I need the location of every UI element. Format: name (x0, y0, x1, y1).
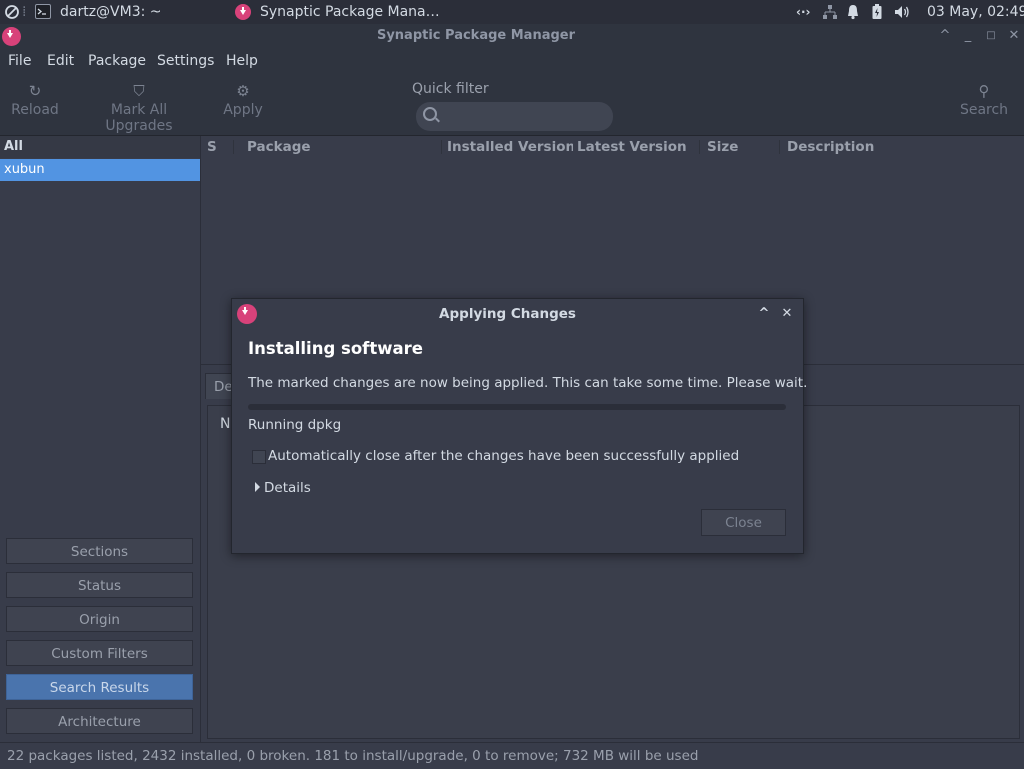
details-expander[interactable]: Details (264, 480, 311, 496)
search-button[interactable]: ⚲ Search (956, 80, 1012, 118)
sections-button[interactable]: Sections (6, 538, 193, 564)
expander-arrow-icon[interactable] (255, 482, 260, 492)
gears-icon: ⚙ (236, 82, 250, 100)
column-package[interactable]: Package (247, 139, 311, 155)
dialog-shade-icon[interactable]: ^ (754, 302, 774, 326)
column-status[interactable]: S (207, 139, 217, 155)
window-titlebar: Synaptic Package Manager ^ _ □ ✕ (0, 24, 1024, 48)
column-separator (779, 140, 780, 154)
package-list-header: S Package Installed Version Latest Versi… (201, 136, 1024, 158)
clock[interactable]: 03 May, 02:49 (927, 0, 1024, 24)
mark-all-upgrades-button[interactable]: ⛉ Mark All Upgrades (76, 80, 202, 134)
reload-icon: ↻ (28, 82, 42, 100)
synaptic-task-icon (235, 4, 251, 20)
column-separator (233, 140, 234, 154)
apply-button[interactable]: ⚙ Apply (220, 80, 266, 118)
quick-filter-input[interactable] (416, 102, 613, 131)
dialog-title: Applying Changes (439, 306, 576, 322)
menu-edit[interactable]: Edit (47, 53, 74, 69)
terminal-icon (35, 0, 51, 24)
menu-help[interactable]: Help (226, 53, 258, 69)
network-arrows-icon[interactable]: ‹·› (796, 0, 810, 24)
battery-icon[interactable] (871, 0, 883, 24)
menu-package[interactable]: Package (88, 53, 146, 69)
origin-button[interactable]: Origin (6, 606, 193, 632)
quick-filter-label: Quick filter (412, 81, 489, 97)
dialog-heading: Installing software (248, 339, 423, 358)
filter-pane: All xubun Sections Status Origin Custom … (0, 136, 200, 742)
architecture-button[interactable]: Architecture (6, 708, 193, 734)
custom-filters-button[interactable]: Custom Filters (6, 640, 193, 666)
status-button[interactable]: Status (6, 572, 193, 598)
column-size[interactable]: Size (707, 139, 738, 155)
dialog-description: The marked changes are now being applied… (248, 375, 808, 391)
top-panel: ⁞ dartz@VM3: ~ Synaptic Package Mana… ‹·… (0, 0, 1024, 24)
status-text: 22 packages listed, 2432 installed, 0 br… (7, 748, 699, 764)
column-separator (441, 140, 442, 154)
notification-bell-icon[interactable] (846, 0, 860, 24)
search-icon: ⚲ (978, 82, 990, 100)
close-button[interactable]: Close (701, 509, 786, 536)
apply-label: Apply (223, 102, 263, 118)
mark-all-upgrades-label: Mark All Upgrades (105, 102, 173, 134)
dialog-close-icon[interactable]: ✕ (777, 302, 797, 326)
shade-icon[interactable]: ^ (935, 24, 955, 48)
filter-list-item[interactable]: xubun (0, 159, 200, 181)
volume-icon[interactable] (893, 0, 911, 24)
progress-step-text: Running dpkg (248, 417, 342, 433)
auto-close-checkbox[interactable] (252, 450, 266, 464)
toolbar: ↻ Reload ⛉ Mark All Upgrades ⚙ Apply Qui… (0, 74, 1024, 136)
network-icon[interactable] (822, 0, 838, 24)
separator-icon: ⁞ (22, 4, 27, 20)
dialog-titlebar: Applying Changes ^ ✕ (232, 299, 803, 329)
progress-bar (248, 404, 786, 410)
menu-settings[interactable]: Settings (157, 53, 214, 69)
reload-button[interactable]: ↻ Reload (8, 80, 62, 118)
search-icon (423, 107, 437, 121)
taskbar-synaptic[interactable]: Synaptic Package Mana… (260, 0, 440, 24)
minimize-icon[interactable]: _ (958, 24, 978, 48)
column-separator (699, 140, 700, 154)
menubar: File Edit Package Settings Help (0, 48, 1024, 74)
close-icon[interactable]: ✕ (1004, 24, 1024, 48)
column-description[interactable]: Description (787, 139, 874, 155)
window-title: Synaptic Package Manager (376, 28, 576, 43)
column-latest-version[interactable]: Latest Version (577, 139, 687, 155)
search-label: Search (959, 102, 1009, 118)
menu-file[interactable]: File (8, 53, 31, 69)
maximize-icon[interactable]: □ (981, 24, 1001, 48)
reload-label: Reload (11, 102, 59, 118)
taskbar-terminal[interactable]: dartz@VM3: ~ (60, 0, 162, 24)
auto-close-label[interactable]: Automatically close after the changes ha… (268, 448, 739, 464)
applying-changes-dialog: Applying Changes ^ ✕ Installing software… (231, 298, 808, 554)
statusbar: 22 packages listed, 2432 installed, 0 br… (0, 742, 1024, 769)
whisker-menu-icon[interactable] (4, 0, 20, 24)
details-text: N (220, 416, 231, 432)
filter-list-header[interactable]: All (0, 136, 200, 158)
search-results-button[interactable]: Search Results (6, 674, 193, 700)
column-installed-version[interactable]: Installed Version (447, 139, 573, 155)
shield-icon: ⛉ (133, 82, 145, 100)
